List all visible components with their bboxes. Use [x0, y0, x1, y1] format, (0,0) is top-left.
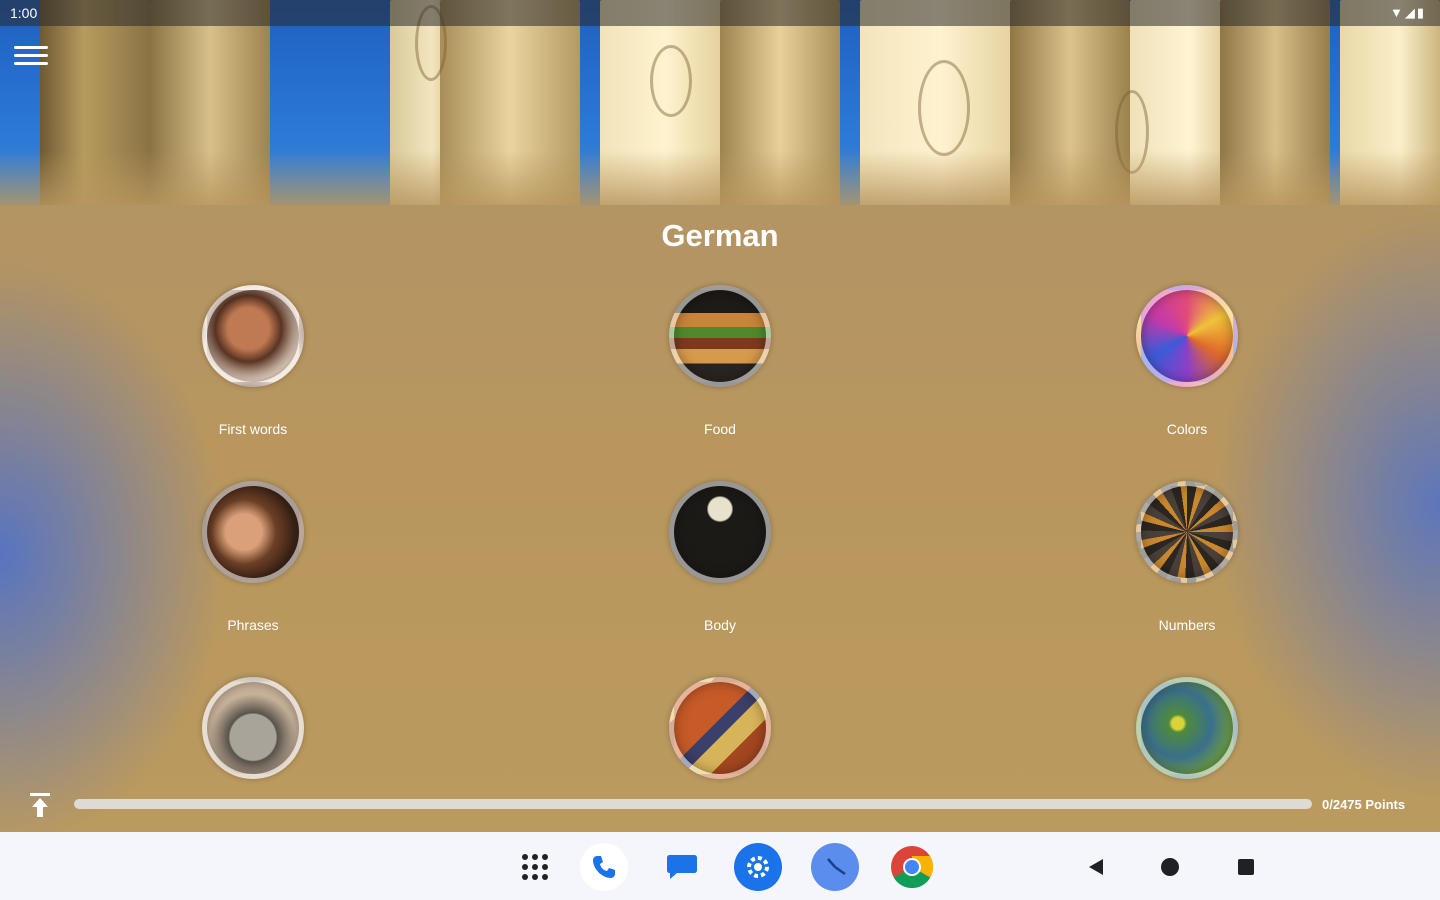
alarm-clock-image	[202, 677, 304, 779]
category-label: First words	[218, 421, 288, 437]
category-body[interactable]: Body	[610, 481, 830, 633]
category-shopping[interactable]	[610, 677, 830, 779]
category-numbers[interactable]: Numbers	[1077, 481, 1297, 633]
clock-icon[interactable]	[811, 843, 859, 891]
recents-icon[interactable]	[1235, 856, 1257, 878]
shopping-image	[669, 677, 771, 779]
hamburger-menu-icon[interactable]	[12, 42, 50, 72]
category-food[interactable]: Food	[610, 285, 830, 437]
category-nature[interactable]	[1077, 677, 1297, 779]
status-bar: 1:00 ▼◢▮	[0, 0, 1440, 26]
page-title: German	[661, 218, 779, 253]
home-icon[interactable]	[1159, 856, 1181, 878]
relief-medallion	[918, 60, 970, 156]
body-image	[669, 481, 771, 583]
scroll-to-top-icon[interactable]	[28, 792, 52, 818]
status-time: 1:00	[10, 5, 38, 21]
header-photo	[0, 0, 1440, 215]
category-label: Numbers	[1158, 617, 1216, 633]
food-image	[669, 285, 771, 387]
apps-grid-icon[interactable]	[511, 843, 559, 891]
category-time[interactable]	[143, 677, 363, 779]
category-first-words[interactable]: First words	[143, 285, 363, 437]
category-phrases[interactable]: Phrases	[143, 481, 363, 633]
category-colors[interactable]: Colors	[1077, 285, 1297, 437]
points-text: 0/2475 Points	[1322, 797, 1406, 812]
chrome-icon[interactable]	[888, 843, 936, 891]
battery-icon: ▮	[1416, 5, 1426, 20]
phrases-image	[202, 481, 304, 583]
points-progress-bar	[74, 799, 1312, 809]
category-label: Colors	[1166, 421, 1208, 437]
phone-icon[interactable]	[580, 843, 628, 891]
back-icon[interactable]	[1084, 856, 1106, 878]
messages-icon[interactable]	[658, 843, 706, 891]
colors-image	[1136, 285, 1238, 387]
relief-medallion	[650, 45, 692, 117]
status-icons: ▼◢▮	[1390, 5, 1426, 21]
category-label: Body	[704, 617, 736, 633]
category-label: Food	[704, 421, 736, 437]
signal-icon: ◢	[1404, 5, 1417, 20]
category-label: Phrases	[227, 617, 279, 633]
numbers-image	[1136, 481, 1238, 583]
nature-image	[1136, 677, 1238, 779]
first-words-image	[202, 285, 304, 387]
navigation-bar	[0, 832, 1440, 900]
settings-icon[interactable]	[734, 843, 782, 891]
wifi-icon: ▼	[1389, 5, 1405, 20]
